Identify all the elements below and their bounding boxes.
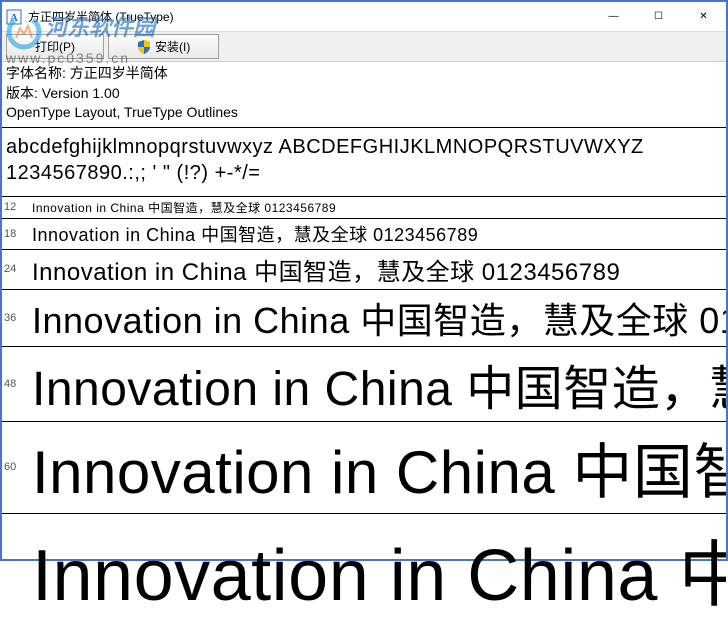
titlebar: A 方正四岁半简体 (TrueType) — ☐ ✕ [2,2,726,32]
window-controls: — ☐ ✕ [591,2,726,31]
glyph-line-numeric: 1234567890.:,; ' " (!?) +-*/= [6,160,722,186]
sample-size-label: 60 [4,461,32,473]
sample-row: 24 Innovation in China 中国智造，慧及全球 0123456… [2,250,726,290]
sample-row: 36 Innovation in China 中国智造，慧及全球 0123456… [2,290,726,347]
sample-list: 12 Innovation in China 中国智造，慧及全球 0123456… [2,197,726,623]
sample-text: Innovation in China 中国智造，慧及全球 0123456789 [32,349,726,419]
glyph-line-alpha: abcdefghijklmnopqrstuvwxyz ABCDEFGHIJKLM… [6,134,722,160]
sample-row: 72 Innovation in China 中国智造，慧及全球 0123456… [2,514,726,623]
window-title: 方正四岁半简体 (TrueType) [28,8,591,25]
sample-text: Innovation in China 中国智造，慧及全球 0123456789 [32,292,726,344]
print-button[interactable]: 打印(P) [6,34,104,59]
font-app-icon: A [6,9,22,25]
font-name-row: 字体名称: 方正四岁半简体 [6,64,722,84]
font-info: 字体名称: 方正四岁半简体 版本: Version 1.00 OpenType … [2,62,726,128]
sample-text: Innovation in China 中国智造，慧及全球 0123456789 [32,221,478,247]
sample-size-label: 18 [4,228,32,240]
sample-text: Innovation in China 中国智造，慧及全球 0123456789 [32,424,726,511]
install-button[interactable]: 安装(I) [108,34,219,59]
sample-size-label: 36 [4,312,32,324]
toolbar: 打印(P) 安装(I) [2,32,726,62]
sample-text: Innovation in China 中国智造，慧及全球 0123456789 [32,516,726,621]
sample-text: Innovation in China 中国智造，慧及全球 0123456789 [32,199,336,216]
close-button[interactable]: ✕ [681,2,726,31]
glyph-preview: abcdefghijklmnopqrstuvwxyz ABCDEFGHIJKLM… [2,128,726,197]
sample-row: 18 Innovation in China 中国智造，慧及全球 0123456… [2,219,726,250]
sample-row: 12 Innovation in China 中国智造，慧及全球 0123456… [2,197,726,219]
font-version-row: 版本: Version 1.00 [6,84,722,104]
sample-size-label: 48 [4,378,32,390]
sample-text: Innovation in China 中国智造，慧及全球 0123456789 [32,252,620,287]
shield-icon [137,40,151,54]
install-button-label: 安装(I) [155,38,190,55]
sample-size-label: 24 [4,263,32,275]
font-outlines-row: OpenType Layout, TrueType Outlines [6,103,722,123]
sample-size-label: 12 [4,201,32,213]
svg-text:A: A [10,12,18,24]
sample-row: 60 Innovation in China 中国智造，慧及全球 0123456… [2,422,726,514]
minimize-button[interactable]: — [591,2,636,31]
maximize-button[interactable]: ☐ [636,2,681,31]
print-button-label: 打印(P) [35,38,75,55]
sample-row: 48 Innovation in China 中国智造，慧及全球 0123456… [2,347,726,422]
